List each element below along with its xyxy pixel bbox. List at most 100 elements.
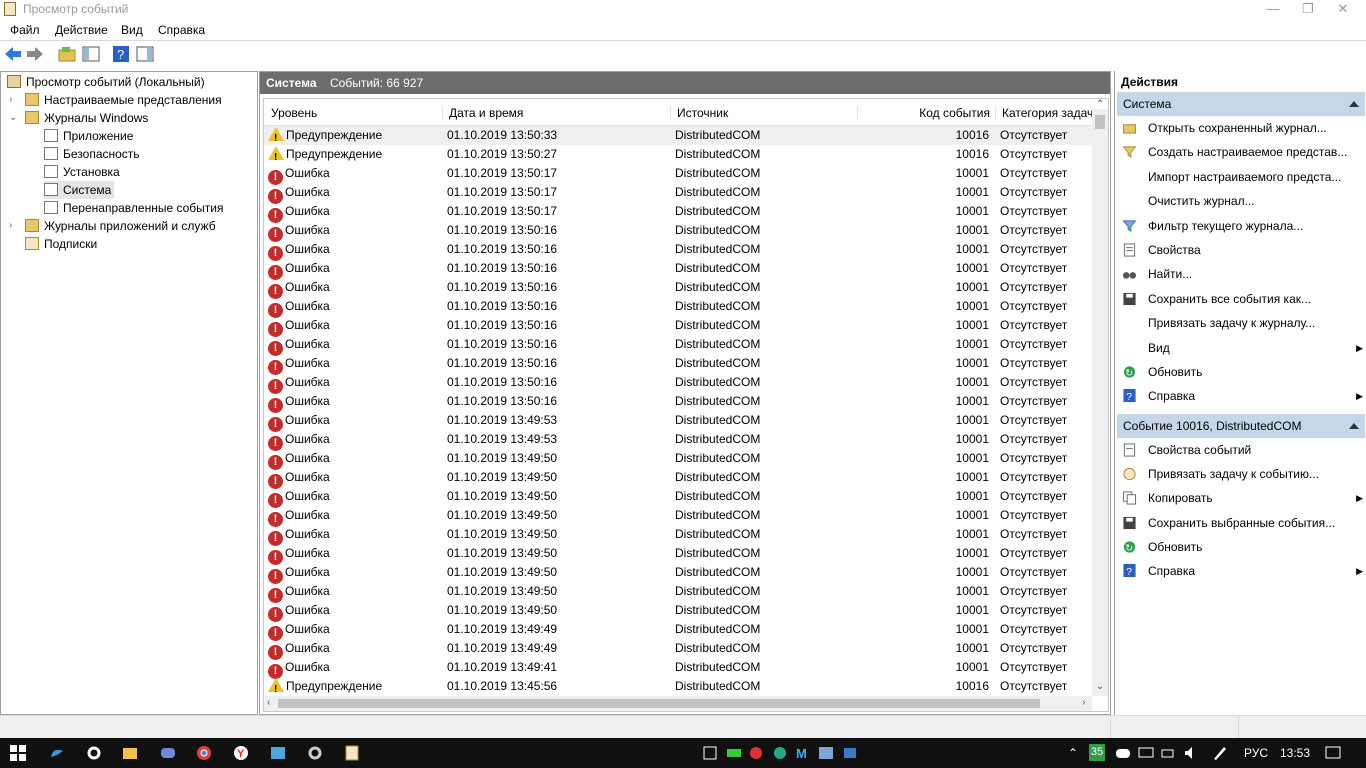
action-item[interactable]: ? Справка ▶ xyxy=(1117,560,1363,582)
tray-green-app-icon[interactable] xyxy=(772,745,788,761)
action-item[interactable]: ↻ Обновить xyxy=(1117,536,1363,558)
table-row[interactable]: ! Ошибка 01.10.2019 13:50:16 DistributedCOM… xyxy=(264,259,1092,280)
actions-section-system[interactable]: Система xyxy=(1117,92,1365,116)
tree-item-app-service-logs[interactable]: Журналы приложений и служб xyxy=(25,217,216,235)
table-row[interactable]: ! Ошибка 01.10.2019 13:50:16 DistributedCOM… xyxy=(264,373,1092,394)
column-divider[interactable] xyxy=(995,106,996,120)
horizontal-scrollbar[interactable]: ‹ › xyxy=(264,696,1092,711)
close-button[interactable]: ✕ xyxy=(1326,0,1360,19)
scroll-right-arrow-icon[interactable]: › xyxy=(1082,697,1085,708)
table-row[interactable]: ! Ошибка 01.10.2019 13:50:16 DistributedCOM… xyxy=(264,221,1092,242)
tree-item-windows-logs[interactable]: Журналы Windows xyxy=(25,109,148,127)
vertical-scrollbar[interactable]: ⌃ ⌄ xyxy=(1092,99,1108,696)
table-row[interactable]: ! Ошибка 01.10.2019 13:50:16 DistributedCOM… xyxy=(264,392,1092,413)
notifications-icon[interactable] xyxy=(1325,745,1341,761)
column-header-datetime[interactable]: Дата и время xyxy=(449,106,669,120)
table-row[interactable]: ! Ошибка 01.10.2019 13:49:50 DistributedCOM… xyxy=(264,525,1092,546)
actions-section-event[interactable]: Событие 10016, DistributedCOM xyxy=(1117,414,1365,438)
scroll-left-arrow-icon[interactable]: ‹ xyxy=(267,697,270,708)
menu-action[interactable]: Действие xyxy=(55,23,108,37)
table-row[interactable]: ! Ошибка 01.10.2019 13:49:50 DistributedCOM… xyxy=(264,487,1092,508)
scroll-up-arrow-icon[interactable]: ⌃ xyxy=(1096,99,1104,110)
menu-file[interactable]: Файл xyxy=(10,23,40,37)
table-row[interactable]: ! Ошибка 01.10.2019 13:50:16 DistributedCOM… xyxy=(264,335,1092,356)
table-row[interactable]: Предупреждение 01.10.2019 13:45:56 Distrib… xyxy=(264,677,1092,696)
maximize-button[interactable]: ❐ xyxy=(1291,0,1325,19)
collapse-chevron-icon[interactable]: ⌄ xyxy=(9,112,17,123)
back-arrow-icon[interactable] xyxy=(4,45,22,63)
tree-root[interactable]: Просмотр событий (Локальный) xyxy=(7,73,205,91)
expand-chevron-icon[interactable]: › xyxy=(9,220,12,231)
table-row[interactable]: ! Ошибка 01.10.2019 13:50:16 DistributedCOM… xyxy=(264,316,1092,337)
action-item[interactable]: ↻ Обновить xyxy=(1117,361,1363,383)
help-icon[interactable]: ? xyxy=(112,45,130,63)
tree-item-application[interactable]: Приложение xyxy=(44,127,133,145)
column-header-event-id[interactable]: Код события xyxy=(862,106,990,120)
table-row[interactable]: ! Ошибка 01.10.2019 13:49:50 DistributedCOM… xyxy=(264,563,1092,584)
action-item[interactable]: Вид ▶ xyxy=(1117,337,1363,359)
table-row[interactable]: ! Ошибка 01.10.2019 13:50:16 DistributedCOM… xyxy=(264,240,1092,261)
tree-item-forwarded[interactable]: Перенаправленные события xyxy=(44,199,223,217)
settings-app-icon[interactable] xyxy=(307,745,323,761)
network-icon[interactable] xyxy=(1138,745,1154,761)
column-header-category[interactable]: Категория задачи xyxy=(1002,106,1092,120)
forward-arrow-icon[interactable] xyxy=(26,45,44,63)
table-row[interactable]: ! Ошибка 01.10.2019 13:49:50 DistributedCOM… xyxy=(264,544,1092,565)
table-row[interactable]: Предупреждение 01.10.2019 13:50:33 Distrib… xyxy=(264,126,1092,148)
table-row[interactable]: ! Ошибка 01.10.2019 13:50:16 DistributedCOM… xyxy=(264,354,1092,375)
tray-red-app-icon[interactable] xyxy=(748,745,764,761)
volume-icon[interactable] xyxy=(1183,745,1199,761)
table-row[interactable]: ! Ошибка 01.10.2019 13:49:49 DistributedCOM… xyxy=(264,620,1092,641)
horizontal-scroll-thumb[interactable] xyxy=(278,699,1040,708)
expand-chevron-icon[interactable]: › xyxy=(9,94,12,105)
yandex-browser-icon[interactable]: Y xyxy=(233,745,249,761)
windows-start-icon[interactable] xyxy=(10,745,26,761)
menu-view[interactable]: Вид xyxy=(121,23,143,37)
action-item[interactable]: Сохранить выбранные события... xyxy=(1117,512,1363,534)
tray-m-app-icon[interactable]: M xyxy=(795,745,811,761)
tree-item-system[interactable]: Система xyxy=(44,181,115,199)
action-item[interactable]: Свойства событий xyxy=(1117,439,1363,461)
tree-item-setup[interactable]: Установка xyxy=(44,163,120,181)
settings-gear-icon[interactable] xyxy=(86,745,102,761)
table-row[interactable]: ! Ошибка 01.10.2019 13:50:16 DistributedCOM… xyxy=(264,297,1092,318)
menu-help[interactable]: Справка xyxy=(158,23,205,37)
scroll-down-arrow-icon[interactable]: ⌄ xyxy=(1096,681,1104,692)
action-item[interactable]: Сохранить все события как... xyxy=(1117,288,1363,310)
event-viewer-taskbar-icon[interactable] xyxy=(344,745,360,761)
tree-item-security[interactable]: Безопасность xyxy=(44,145,140,163)
vertical-scroll-thumb[interactable] xyxy=(1095,115,1105,129)
show-action-pane-icon[interactable] xyxy=(136,45,154,63)
edge-icon[interactable] xyxy=(49,745,65,761)
action-item[interactable]: Создать настраиваемое представ... xyxy=(1117,141,1363,163)
tray-app-icon[interactable] xyxy=(702,745,718,761)
table-row[interactable]: ! Ошибка 01.10.2019 13:49:53 DistributedCOM… xyxy=(264,411,1092,432)
minimize-button[interactable]: — xyxy=(1256,0,1290,19)
column-header-level[interactable]: Уровень xyxy=(271,106,441,120)
column-divider[interactable] xyxy=(670,106,671,120)
clock[interactable]: 13:53 xyxy=(1280,746,1310,760)
tray-badge[interactable]: 35 xyxy=(1089,744,1105,761)
collapse-triangle-icon[interactable] xyxy=(1349,423,1359,429)
app-window-icon[interactable] xyxy=(270,745,286,761)
action-item[interactable]: ? Справка ▶ xyxy=(1117,385,1363,407)
tray-network-app-icon[interactable] xyxy=(842,745,858,761)
pen-ink-icon[interactable] xyxy=(1212,745,1228,761)
table-row[interactable]: ! Ошибка 01.10.2019 13:49:50 DistributedCOM… xyxy=(264,601,1092,622)
show-hidden-icons-chevron-icon[interactable]: ⌃ xyxy=(1068,746,1078,760)
discord-tray-icon[interactable] xyxy=(1115,745,1131,761)
table-row[interactable]: Предупреждение 01.10.2019 13:50:27 Distrib… xyxy=(264,145,1092,167)
table-row[interactable]: ! Ошибка 01.10.2019 13:50:17 DistributedCOM… xyxy=(264,202,1092,223)
tray-image-app-icon[interactable] xyxy=(818,745,834,761)
action-item[interactable]: Импорт настраиваемого предста... xyxy=(1117,166,1363,188)
table-row[interactable]: ! Ошибка 01.10.2019 13:49:41 DistributedCOM… xyxy=(264,658,1092,679)
action-item[interactable]: Свойства xyxy=(1117,239,1363,261)
table-row[interactable]: ! Ошибка 01.10.2019 13:49:50 DistributedCOM… xyxy=(264,449,1092,470)
table-row[interactable]: ! Ошибка 01.10.2019 13:49:50 DistributedCOM… xyxy=(264,506,1092,527)
action-item[interactable]: Привязать задачу к событию... xyxy=(1117,463,1363,485)
language-indicator[interactable]: РУС xyxy=(1244,746,1268,760)
tree-item-subscriptions[interactable]: Подписки xyxy=(25,235,97,253)
column-header-source[interactable]: Источник xyxy=(677,106,847,120)
open-folder-icon[interactable] xyxy=(58,45,76,63)
table-row[interactable]: ! Ошибка 01.10.2019 13:49:50 DistributedCOM… xyxy=(264,582,1092,603)
